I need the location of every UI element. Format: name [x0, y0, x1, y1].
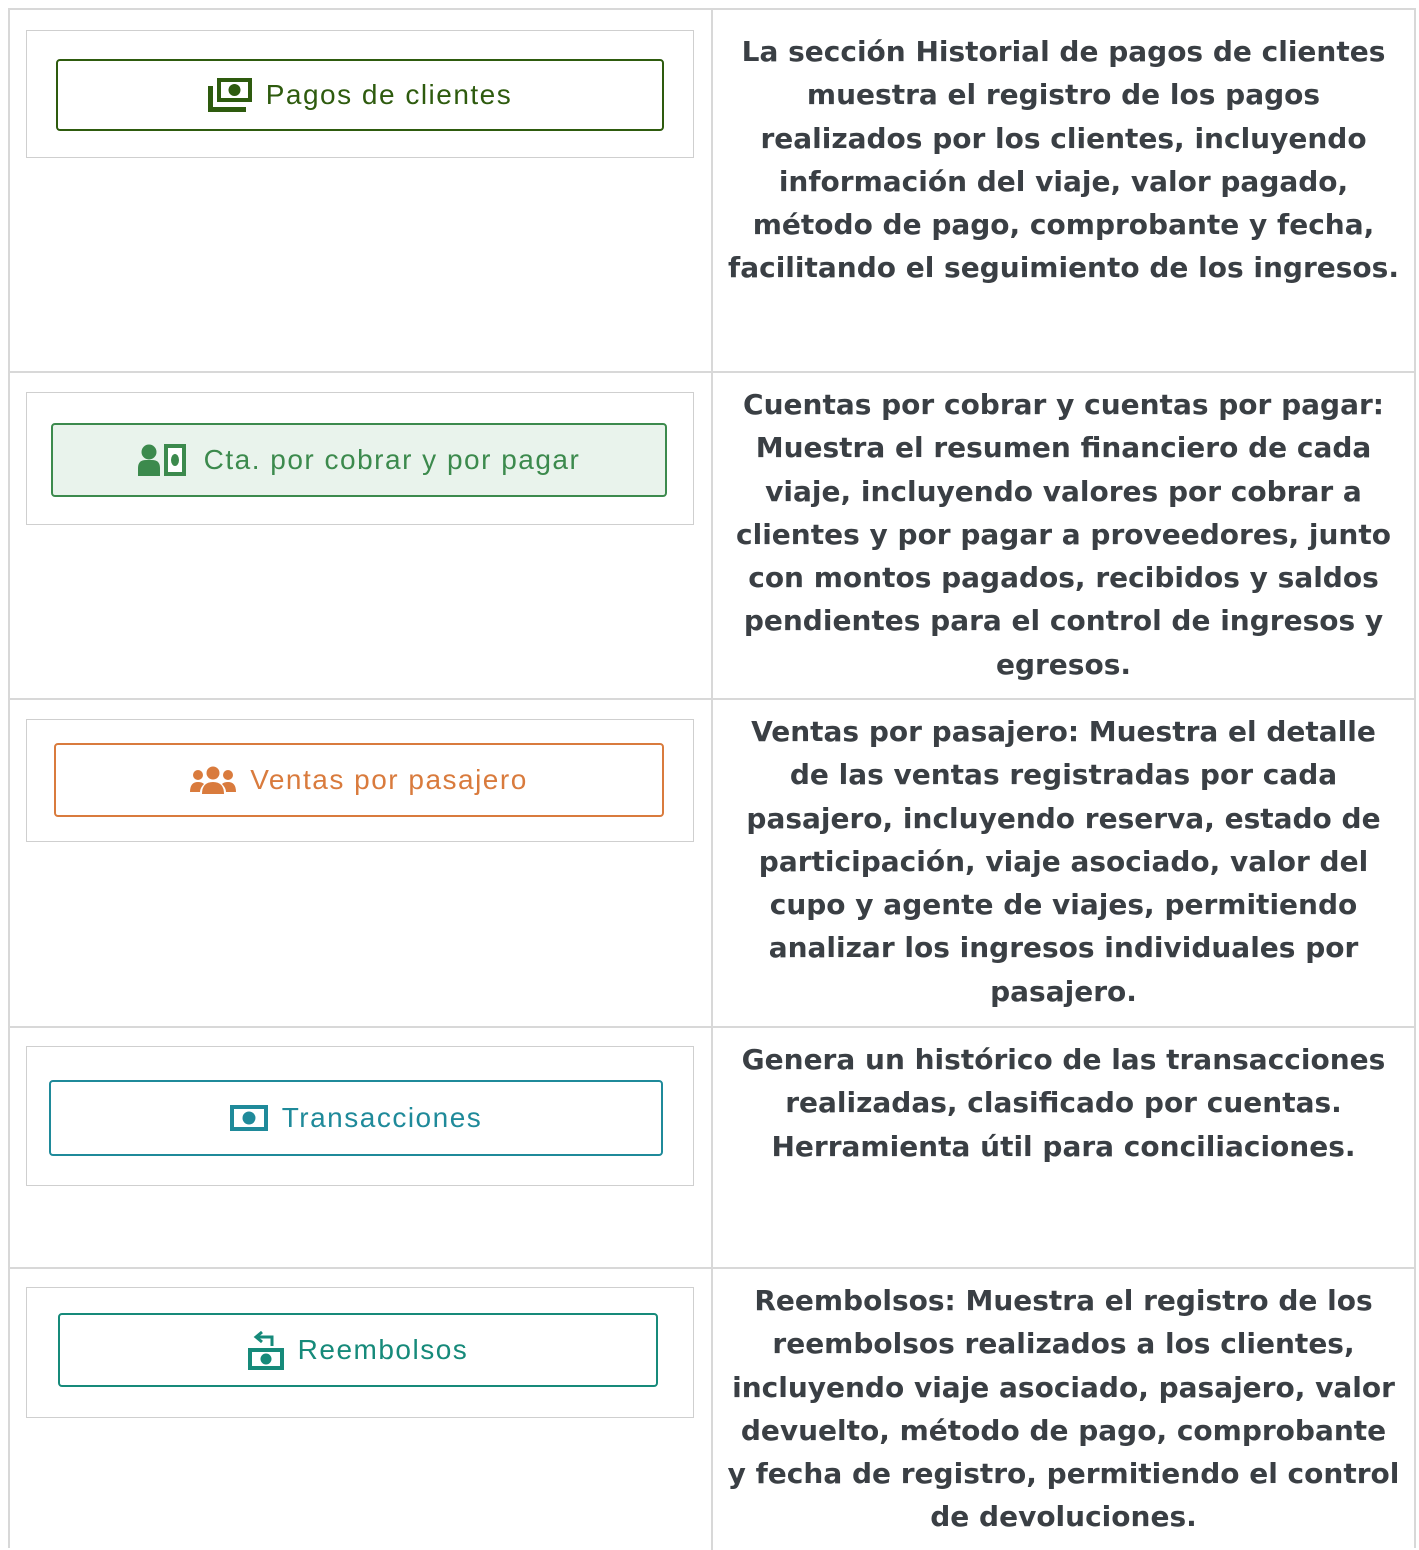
button-preview-frame: Pagos de clientes [26, 30, 694, 158]
button-cell: Ventas por pasajero [10, 700, 711, 1026]
money-stack-icon [207, 78, 252, 112]
description-cell: Cuentas por cobrar y cuentas por pagar: … [713, 373, 1414, 698]
table-row-ventas: Ventas por pasajero Ventas por pasajero:… [10, 700, 1414, 1028]
description-text: La sección Historial de pagos de cliente… [728, 35, 1399, 285]
user-money-icon [137, 444, 190, 476]
button-cell: Reembolsos [10, 1269, 711, 1550]
button-label: Ventas por pasajero [250, 764, 528, 795]
button-preview-frame: Reembolsos [26, 1287, 694, 1418]
button-cell: Cta. por cobrar y por pagar [10, 373, 711, 698]
table-row-cuentas: Cta. por cobrar y por pagar Cuentas por … [10, 373, 1414, 700]
description-text: Reembolsos: Muestra el registro de los r… [727, 1284, 1400, 1534]
button-label: Transacciones [281, 1102, 483, 1133]
button-label: Pagos de clientes [265, 79, 513, 110]
description-cell: La sección Historial de pagos de cliente… [713, 10, 1414, 371]
button-preview-frame: Transacciones [26, 1046, 694, 1186]
table-row-transacciones: Transacciones Genera un histórico de las… [10, 1028, 1414, 1269]
description-text: Genera un histórico de las transacciones… [741, 1043, 1386, 1163]
table-row-reembolsos: Reembolsos Reembolsos: Muestra el regist… [10, 1269, 1414, 1550]
users-icon [190, 766, 237, 794]
money-bill-icon [229, 1105, 268, 1131]
button-cell: Transacciones [10, 1028, 711, 1267]
features-table: Pagos de clientes La sección Historial d… [8, 8, 1416, 1550]
description-text: Ventas por pasajero: Muestra el detalle … [746, 715, 1381, 1008]
button-label: Reembolsos [297, 1334, 469, 1365]
description-cell: Genera un histórico de las transacciones… [713, 1028, 1414, 1267]
button-cell: Pagos de clientes [10, 10, 711, 371]
description-cell: Reembolsos: Muestra el registro de los r… [713, 1269, 1414, 1550]
ventas-por-pasajero-button[interactable]: Ventas por pasajero [54, 743, 664, 817]
button-preview-frame: Cta. por cobrar y por pagar [26, 392, 694, 525]
description-cell: Ventas por pasajero: Muestra el detalle … [713, 700, 1414, 1026]
cta-por-cobrar-y-por-pagar-button[interactable]: Cta. por cobrar y por pagar [51, 423, 667, 497]
description-text: Cuentas por cobrar y cuentas por pagar: … [736, 388, 1391, 681]
table-row-pagos: Pagos de clientes La sección Historial d… [10, 10, 1414, 373]
button-label: Cta. por cobrar y por pagar [203, 444, 581, 475]
transacciones-button[interactable]: Transacciones [49, 1080, 663, 1156]
reembolsos-button[interactable]: Reembolsos [58, 1313, 658, 1387]
pagos-de-clientes-button[interactable]: Pagos de clientes [56, 59, 664, 131]
refund-icon [247, 1330, 284, 1370]
button-preview-frame: Ventas por pasajero [26, 719, 694, 842]
